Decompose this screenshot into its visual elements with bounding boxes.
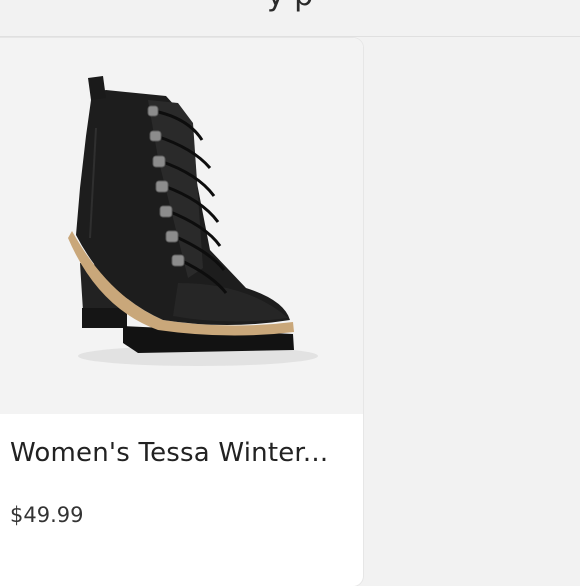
- product-title[interactable]: Women's Tessa Winter...: [10, 438, 328, 468]
- boot-illustration: [68, 76, 318, 366]
- header-partial-text: y p: [0, 0, 580, 13]
- top-header-strip: y p: [0, 0, 580, 37]
- product-price: $49.99: [10, 503, 84, 527]
- product-image[interactable]: [0, 38, 363, 414]
- product-card[interactable]: Women's Tessa Winter... $49.99: [0, 38, 363, 586]
- empty-grid-area: [363, 38, 580, 580]
